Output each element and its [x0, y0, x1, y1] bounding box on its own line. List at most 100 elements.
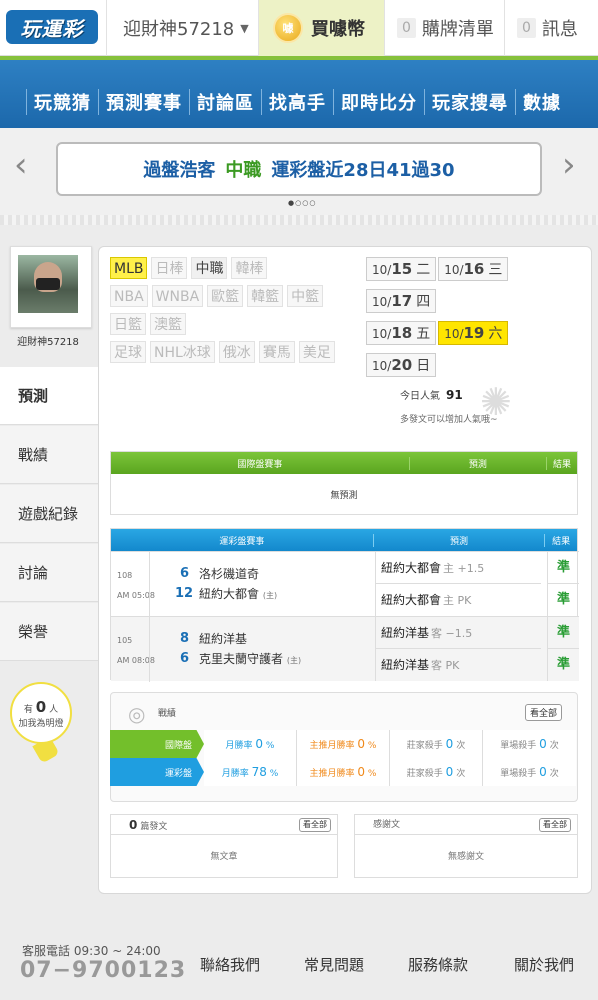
stat-value: 78	[251, 765, 267, 779]
messages-label: 訊息	[541, 19, 578, 40]
date-weekday: 三	[488, 262, 503, 278]
nav-item-player-search[interactable]: 玩家搜尋	[424, 89, 515, 115]
date-tab[interactable]: 10/15 二	[366, 257, 437, 281]
messages-button[interactable]: 0 訊息	[504, 0, 598, 56]
result-cell: 準	[547, 617, 579, 649]
stat-value: 0	[255, 737, 264, 751]
league-tag[interactable]: NHL冰球	[150, 341, 215, 363]
site-logo[interactable]: 玩運彩	[6, 10, 98, 44]
coin-icon: 噱	[273, 13, 303, 43]
footer-link-contact[interactable]: 聯絡我們	[200, 954, 260, 975]
posts-view-all-button[interactable]: 看全部	[299, 818, 331, 832]
date-day: 17	[391, 292, 413, 310]
date-tab[interactable]: 10/19 六	[438, 321, 509, 345]
col-header-game: 國際盤賽事	[111, 456, 410, 470]
sport-lottery-table: 運彩盤賽事 預測 結果 108 AM 05:08 6 12 洛杉磯道奇 紐約大都會 (…	[110, 528, 579, 682]
home-tag: (主)	[262, 591, 278, 600]
follow-bulb-button[interactable]: 有 0 人 加我為明燈	[10, 682, 72, 744]
support-phone[interactable]: 07−9700123	[20, 958, 186, 983]
promo-banner[interactable]: 過盤浩客 中職 運彩盤近28日41過30	[56, 142, 542, 196]
footer-link-about[interactable]: 關於我們	[514, 954, 574, 975]
record-view-all-button[interactable]: 看全部	[525, 704, 563, 721]
stat-unit: 次	[456, 769, 466, 779]
month-win-rate: 月勝率 0 %	[204, 730, 297, 758]
league-tag[interactable]: 美足	[298, 341, 335, 363]
home-team[interactable]: 紐約大都會	[199, 587, 259, 601]
league-tag[interactable]: 韓棒	[231, 257, 268, 279]
result-cell: 準	[547, 649, 579, 681]
result-cell: 準	[547, 552, 579, 584]
league-tag[interactable]: 韓籃	[247, 285, 284, 307]
sidebar-item-game-history[interactable]: 遊戲紀錄	[0, 485, 98, 543]
chevron-right-icon[interactable]: ›	[562, 145, 576, 185]
league-tag[interactable]: 日棒	[151, 257, 188, 279]
away-team[interactable]: 洛杉磯道奇	[199, 567, 259, 581]
chevron-down-icon: ▼	[240, 21, 249, 35]
sidebar-item-discussion[interactable]: 討論	[0, 544, 98, 602]
team-scores: 86	[175, 629, 189, 669]
buy-coin-button[interactable]: 噱 買噱幣	[258, 0, 384, 56]
sidebar-item-honor[interactable]: 榮譽	[0, 603, 98, 661]
purchase-list-label: 購牌清單	[421, 19, 494, 40]
stat-value: 0	[445, 765, 454, 779]
league-tag[interactable]: 歐籃	[207, 285, 244, 307]
table-row: 108 AM 05:08 6 12 洛杉磯道奇 紐約大都會 (主) 紐約大都會主 +1…	[111, 551, 579, 617]
league-tag[interactable]: 足球	[110, 341, 146, 363]
pred-side: 主 PK	[443, 594, 472, 607]
league-tag[interactable]: 中職	[191, 257, 228, 279]
date-tab[interactable]: 10/17 四	[366, 289, 437, 313]
date-weekday: 二	[416, 262, 431, 278]
date-tab[interactable]: 10/20 日	[366, 353, 437, 377]
league-tag[interactable]: 日籃	[110, 313, 146, 335]
sidebar-item-predict[interactable]: 預測	[0, 367, 102, 425]
league-tag[interactable]: NBA	[110, 285, 148, 307]
stat-value: 0	[445, 737, 454, 751]
home-score: 12	[175, 586, 194, 601]
posts-label: 篇發文	[140, 822, 168, 832]
away-score: 8	[179, 631, 189, 646]
footer-link-faq[interactable]: 常見問題	[304, 954, 364, 975]
nav-item-forum[interactable]: 討論區	[189, 89, 261, 115]
divider	[149, 552, 150, 617]
league-tag[interactable]: MLB	[110, 257, 148, 279]
stat-label: 月勝率	[221, 769, 249, 779]
league-tag[interactable]: 澳籃	[150, 313, 186, 335]
stat-label: 莊家殺手	[406, 769, 443, 779]
thanks-view-all-button[interactable]: 看全部	[539, 818, 571, 832]
chevron-left-icon[interactable]: ‹	[14, 145, 28, 185]
sparkle-decoration-icon: ✺	[480, 380, 512, 424]
decorative-divider	[0, 215, 598, 225]
footer-link-terms[interactable]: 服務條款	[408, 954, 468, 975]
date-tab[interactable]: 10/18 五	[366, 321, 437, 345]
nav-item-predict[interactable]: 預測賽事	[98, 89, 189, 115]
banner-stat: 運彩盤近28日41過30	[271, 160, 455, 181]
away-team[interactable]: 紐約洋基	[199, 632, 247, 646]
league-tag[interactable]: 賽馬	[258, 341, 295, 363]
stat-label: 主推月勝率	[309, 769, 355, 779]
league-tag[interactable]: WNBA	[151, 285, 204, 307]
sidebar-item-record[interactable]: 戰績	[0, 426, 98, 484]
stat-value: 0	[539, 737, 547, 751]
nav-item-data[interactable]: 數據	[515, 89, 568, 115]
purchase-list-button[interactable]: 0 購牌清單	[384, 0, 504, 56]
profile-username: 迎財神57218	[17, 337, 79, 348]
date-month: 10/	[372, 359, 392, 373]
stat-value: 0	[357, 765, 366, 779]
home-score: 6	[179, 651, 189, 666]
nav-item-livescore[interactable]: 即時比分	[333, 89, 424, 115]
nav-item-experts[interactable]: 找高手	[261, 89, 333, 115]
prediction-cell: 紐約洋基客 PK	[375, 649, 541, 681]
date-day: 18	[391, 324, 413, 342]
date-tab[interactable]: 10/16 三	[438, 257, 509, 281]
league-tag[interactable]: 俄冰	[218, 341, 255, 363]
carousel-dots[interactable]: ●○○○	[288, 199, 316, 207]
league-tags: MLB 日棒 中職 韓棒 NBA WNBA 歐籃 韓籃 中籃日籃 澳籃 足球 NHL冰球 俄冰 賽馬 美足	[110, 257, 360, 369]
nav-item-guess[interactable]: 玩競猜	[26, 89, 98, 115]
league-tag[interactable]: 中籃	[287, 285, 324, 307]
away-score: 6	[179, 566, 189, 581]
user-menu[interactable]: 迎財神57218 ▼	[106, 0, 258, 56]
home-team[interactable]: 克里夫蘭守護者	[199, 652, 283, 666]
table-header: 國際盤賽事 預測 結果	[111, 452, 577, 474]
stat-label: 主推月勝率	[309, 741, 355, 751]
thanks-empty: 無感謝文	[447, 852, 484, 862]
